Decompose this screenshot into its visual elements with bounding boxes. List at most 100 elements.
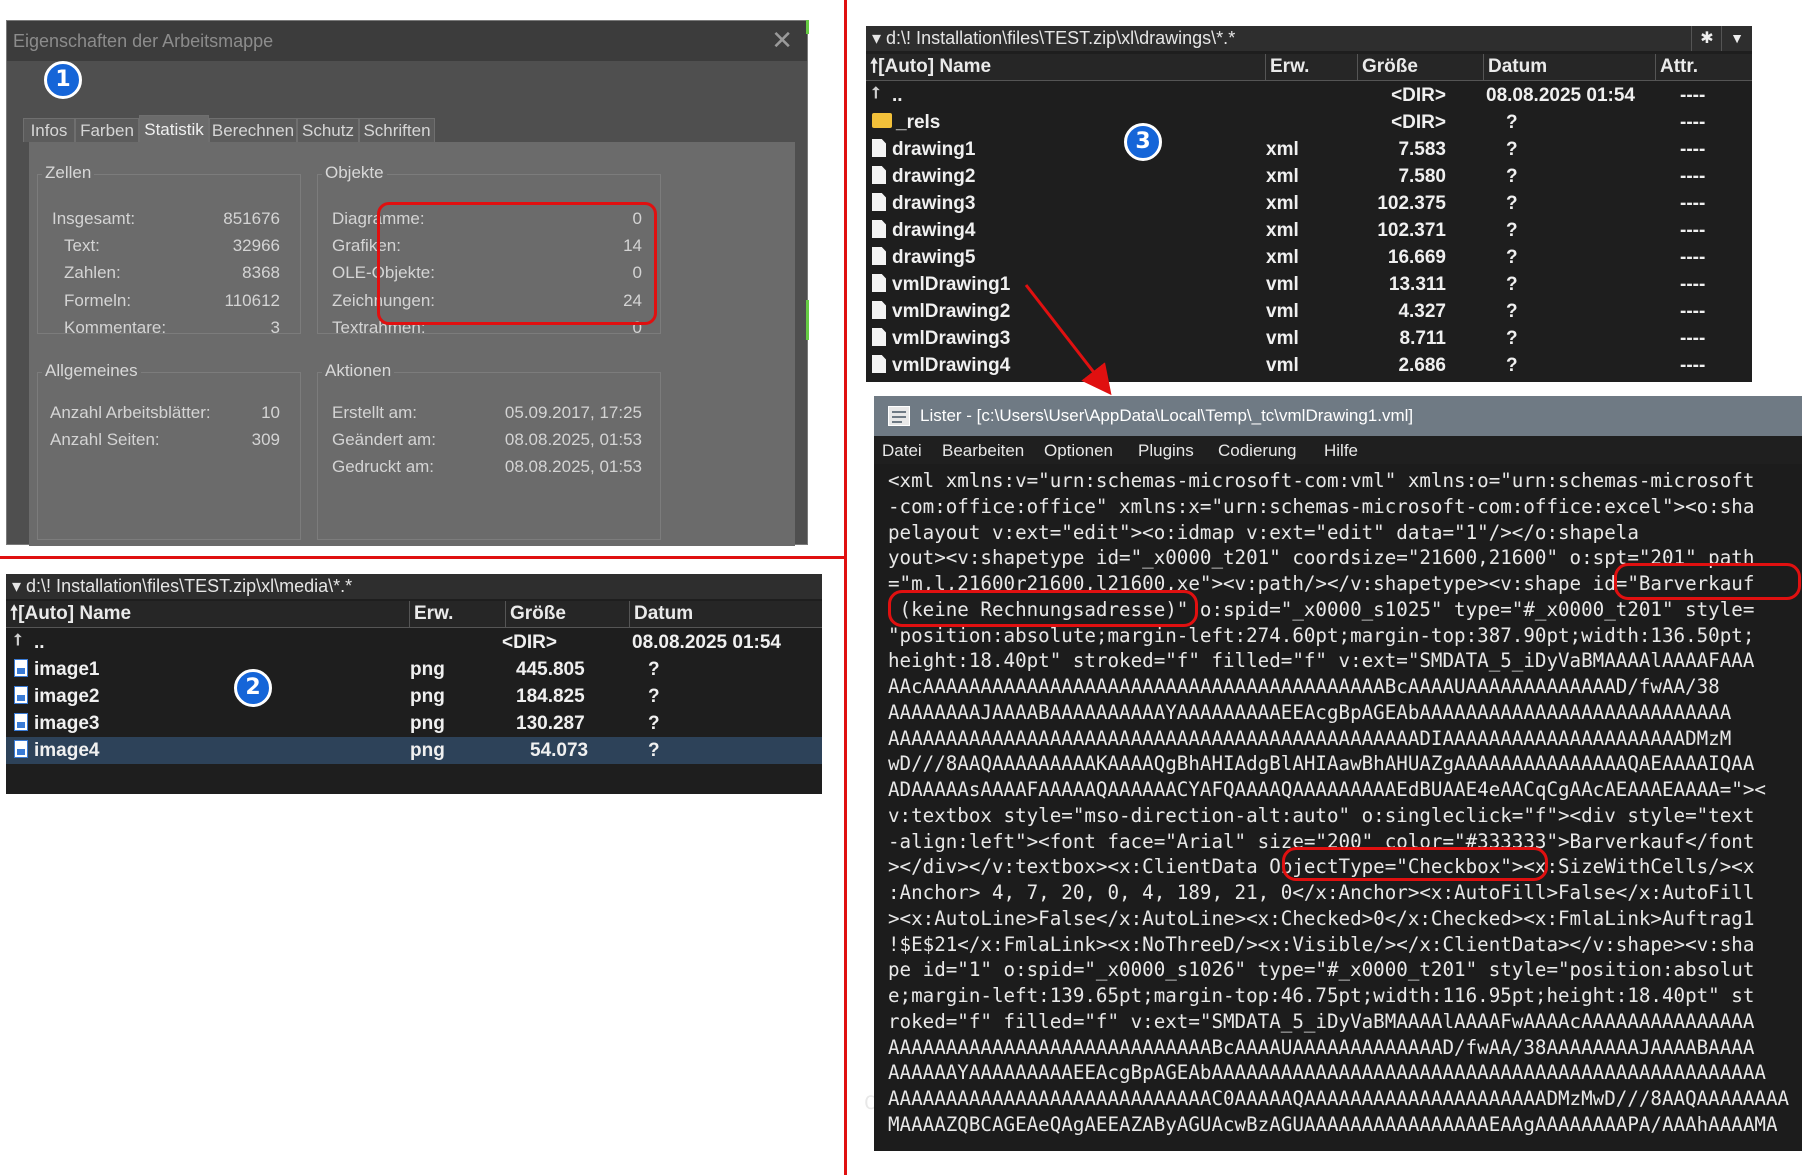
file-name: ⭡..	[872, 82, 903, 109]
file-name-text: image2	[34, 686, 100, 707]
allgemeines-value: 309	[251, 430, 280, 449]
file-name-text: _rels	[896, 112, 941, 133]
aktionen-value: 05.09.2017, 17:25	[504, 403, 642, 422]
menu-optionen[interactable]: Optionen	[1044, 436, 1113, 464]
file-name: drawing5	[872, 244, 975, 271]
list-item[interactable]: vmlDrawing1 vml 13.311? ----	[866, 271, 1752, 298]
file-attr: ----	[1680, 328, 1706, 349]
list-item[interactable]: drawing4 xml 102.371? ----	[866, 217, 1752, 244]
column-date[interactable]: Datum	[1484, 54, 1656, 80]
list-item[interactable]: drawing1 xml 7.583? ----	[866, 136, 1752, 163]
dropdown-arrow-icon[interactable]: ▼	[1721, 26, 1752, 51]
file-size: 102.375	[1377, 193, 1446, 214]
list-item[interactable]: drawing5 xml 16.669? ----	[866, 244, 1752, 271]
image-file-icon	[14, 739, 28, 758]
column-size[interactable]: Größe	[506, 601, 630, 627]
column-name[interactable]: 🠕[Auto] Name	[6, 601, 410, 627]
list-item[interactable]: image3 png 130.287 ?	[6, 710, 822, 737]
list-item[interactable]: vmlDrawing3 vml 8.711? ----	[866, 325, 1752, 352]
file-ext: png	[410, 659, 445, 680]
file-size: <DIR>	[1391, 112, 1446, 133]
file-ext: xml	[1266, 220, 1299, 241]
column-date[interactable]: Datum	[630, 601, 822, 627]
file-name: vmlDrawing4	[872, 352, 1010, 379]
file-icon	[872, 327, 886, 346]
file-icon	[872, 192, 886, 211]
badge-2: 2	[234, 669, 272, 707]
file-date: ?	[648, 686, 660, 707]
highlight-id-barverkauf	[1614, 563, 1801, 600]
file-ext: vml	[1266, 274, 1299, 295]
file-ext: png	[410, 740, 445, 761]
chevron-down-icon[interactable]: ▾	[12, 576, 26, 596]
tab-schriften[interactable]: Schriften	[359, 118, 435, 142]
file-name-text: vmlDrawing3	[892, 328, 1011, 349]
column-ext[interactable]: Erw.	[1266, 54, 1358, 80]
list-item[interactable]: drawing2 xml 7.580? ----	[866, 163, 1752, 190]
file-attr: ----	[1680, 220, 1706, 241]
tab-schutz[interactable]: Schutz	[297, 118, 359, 142]
drawings-column-header: 🠕[Auto] Name Erw. Größe Datum Attr.	[866, 54, 1752, 81]
up-icon: ⭡	[872, 84, 880, 102]
list-item-selected[interactable]: image4 png 54.073 ?	[6, 737, 822, 764]
file-ext: png	[410, 713, 445, 734]
file-attr: ----	[1680, 193, 1706, 214]
tab-statistik[interactable]: Statistik	[139, 115, 209, 143]
file-size: 445.805	[516, 659, 585, 680]
file-date: ?	[1506, 139, 1518, 160]
list-item[interactable]: image1 png 445.805 ?	[6, 656, 822, 683]
file-attr: ----	[1680, 301, 1706, 322]
menu-bearbeiten[interactable]: Bearbeiten	[942, 436, 1024, 464]
tab-berechnen[interactable]: Berechnen	[209, 118, 297, 142]
drawings-path-bar[interactable]: ▾ d:\! Installation\files\TEST.zip\xl\dr…	[866, 26, 1692, 51]
file-size: 2.686	[1398, 355, 1446, 376]
aktionen-value: 08.08.2025, 01:53	[504, 430, 642, 449]
menu-codierung[interactable]: Codierung	[1218, 436, 1296, 464]
file-name: vmlDrawing1	[872, 271, 1010, 298]
list-item[interactable]: image2 png 184.825 ?	[6, 683, 822, 710]
allgemeines-title: Allgemeines	[42, 361, 141, 381]
file-name-text: vmlDrawing2	[892, 301, 1011, 322]
code-line: AAAAAAAAAAAAAAAAAAAAAAAAAAAABcAAAAUAAAAA…	[888, 1035, 1755, 1059]
code-line: MAAAAZQBCAGEAeQAgAEEAZAByAGUAcwBzAGUAAAA…	[888, 1112, 1778, 1136]
file-ext: png	[410, 686, 445, 707]
file-size: 184.825	[516, 686, 585, 707]
list-item[interactable]: ⭡.. <DIR> 08.08.2025 01:54	[6, 629, 822, 656]
file-name: image1	[14, 656, 99, 683]
file-name: image4	[14, 737, 99, 764]
sort-up-icon: 🠕	[10, 603, 19, 624]
code-line: e;margin-left:139.65pt;margin-top:46.75p…	[888, 984, 1755, 1007]
column-size[interactable]: Größe	[1358, 54, 1484, 80]
chevron-down-icon[interactable]: ▾	[872, 28, 886, 48]
dialog-title: Eigenschaften der Arbeitsmappe	[7, 21, 807, 61]
menu-datei[interactable]: Datei	[882, 436, 922, 464]
code-line: pelayout v:ext="edit"><o:idmap v:ext="ed…	[888, 520, 1639, 544]
lister-window: Lister - [c:\Users\User\AppData\Local\Te…	[874, 396, 1802, 1151]
column-attr[interactable]: Attr.	[1656, 54, 1752, 80]
list-item[interactable]: _rels <DIR>? ----	[866, 109, 1752, 136]
code-line: AAcAAAAAAAAAAAAAAAAAAAAAAAAAAAAAAAAAAAAA…	[888, 675, 1720, 698]
media-column-header: 🠕[Auto] Name Erw. Größe Datum	[6, 601, 822, 628]
file-name-text: image3	[34, 713, 100, 734]
close-icon[interactable]: ✕	[771, 25, 793, 55]
file-name-text: drawing3	[892, 193, 976, 214]
menu-plugins[interactable]: Plugins	[1138, 436, 1194, 464]
column-name[interactable]: 🠕[Auto] Name	[866, 54, 1266, 80]
menu-hilfe[interactable]: Hilfe	[1324, 436, 1358, 464]
column-ext[interactable]: Erw.	[410, 601, 506, 627]
star-button[interactable]: ✱	[1691, 26, 1722, 51]
tab-infos[interactable]: Infos	[23, 118, 75, 142]
zellen-title: Zellen	[42, 163, 95, 183]
file-date: ?	[1506, 355, 1518, 376]
tab-farben[interactable]: Farben	[75, 118, 139, 142]
list-item[interactable]: vmlDrawing4 vml 2.686? ----	[866, 352, 1752, 379]
list-item[interactable]: ⭡.. <DIR> 08.08.2025 01:54 ----	[866, 82, 1752, 109]
file-size: 8.711	[1399, 328, 1447, 349]
file-icon	[872, 219, 886, 238]
lister-app-icon	[888, 406, 910, 426]
code-line: height:18.40pt" stroked="f" filled="f" v…	[888, 649, 1755, 673]
list-item[interactable]: drawing3 xml 102.375? ----	[866, 190, 1752, 217]
list-item[interactable]: vmlDrawing2 vml 4.327? ----	[866, 298, 1752, 325]
media-path-bar[interactable]: ▾ d:\! Installation\files\TEST.zip\xl\me…	[6, 574, 822, 599]
aktionen-label: Gedruckt am:	[332, 457, 435, 476]
